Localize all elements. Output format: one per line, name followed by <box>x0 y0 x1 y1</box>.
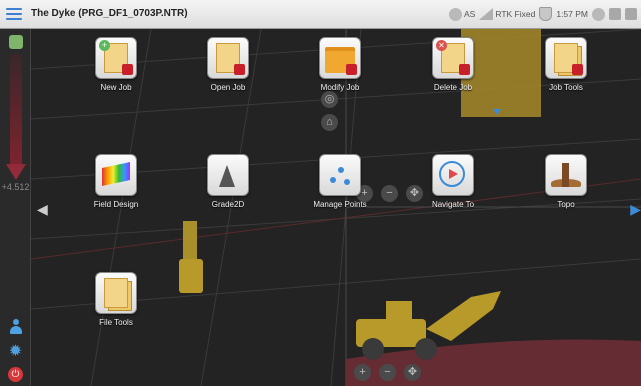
tile-label: Modify Job <box>320 83 360 92</box>
view-mode-icon[interactable]: ⌂ <box>321 114 338 131</box>
topo-button[interactable]: Topo <box>526 154 606 209</box>
list-icon[interactable] <box>625 8 637 20</box>
points-icon <box>319 154 361 196</box>
cut-fill-bar <box>10 54 22 164</box>
pan-right-icon[interactable]: ▶ <box>630 201 641 218</box>
left-sidebar: +4.512 ✹ ⏻ <box>0 29 31 386</box>
folder-icon <box>319 37 361 79</box>
title-bar: The Dyke (PRG_DF1_0703P.NTR) AS RTK Fixe… <box>0 0 641 29</box>
pan-left-icon[interactable]: ◀ <box>37 201 48 218</box>
info-icon[interactable] <box>592 7 605 21</box>
zoom-out-icon[interactable]: − <box>381 185 398 202</box>
zoom-out-lower-icon[interactable]: − <box>379 364 396 381</box>
rtk-label: RTK Fixed <box>495 9 536 19</box>
file-tools-icon <box>95 272 137 314</box>
signal-strength-icon <box>479 8 494 20</box>
new-job-icon: + <box>95 37 137 79</box>
rtk-indicator[interactable]: RTK Fixed <box>479 8 535 20</box>
satellite-icon <box>449 7 462 21</box>
delete-job-button[interactable]: ✕ Delete Job <box>413 37 493 92</box>
gear-icon[interactable]: ✹ <box>8 344 23 360</box>
field-design-button[interactable]: Field Design <box>76 154 156 209</box>
job-tools-icon <box>545 37 587 79</box>
shield-icon[interactable] <box>539 7 553 21</box>
navigate-target-icon <box>432 154 474 196</box>
cut-arrow-icon <box>6 164 26 180</box>
view-rotate-icon[interactable]: ◎ <box>321 91 338 108</box>
center-view-lower-icon[interactable]: ✥ <box>404 364 421 381</box>
grade2d-button[interactable]: Grade2D <box>188 154 268 209</box>
as-indicator[interactable]: AS <box>449 7 476 21</box>
topo-icon <box>545 154 587 196</box>
windows-icon[interactable] <box>609 8 621 20</box>
tile-label: Navigate To <box>431 200 475 209</box>
tripod-icon <box>207 154 249 196</box>
delete-job-icon: ✕ <box>432 37 474 79</box>
tile-label: New Job <box>100 83 132 92</box>
tile-label: Topo <box>557 200 575 209</box>
new-job-button[interactable]: + New Job <box>76 37 156 92</box>
tile-label: Delete Job <box>433 83 473 92</box>
hamburger-menu-icon[interactable] <box>6 8 22 21</box>
tile-label: Field Design <box>93 200 139 209</box>
open-job-button[interactable]: Open Job <box>188 37 268 92</box>
as-label: AS <box>464 9 476 19</box>
zoom-in-lower-icon[interactable]: + <box>354 364 371 381</box>
clock-time: 1:57 PM <box>556 9 588 19</box>
field-design-icon <box>95 154 137 196</box>
puzzle-icon[interactable] <box>9 35 23 49</box>
job-title: The Dyke (PRG_DF1_0703P.NTR) <box>31 8 188 19</box>
tile-label: Job Tools <box>549 83 583 92</box>
power-icon[interactable]: ⏻ <box>8 367 23 382</box>
tile-label: Open Job <box>210 83 246 92</box>
tile-label: File Tools <box>99 318 133 327</box>
operator-icon[interactable] <box>9 319 23 335</box>
tile-label: Grade2D <box>211 200 245 209</box>
job-tools-button[interactable]: Job Tools <box>526 37 606 92</box>
file-tools-button[interactable]: File Tools <box>76 272 156 327</box>
tile-label: Manage Points <box>313 200 367 209</box>
open-job-icon <box>207 37 249 79</box>
manage-points-button[interactable]: Manage Points <box>300 154 380 209</box>
modify-job-button[interactable]: Modify Job <box>300 37 380 92</box>
status-indicators: AS RTK Fixed 1:57 PM <box>449 4 637 24</box>
cut-value: +4.512 <box>1 182 30 192</box>
navigate-to-button[interactable]: Navigate To <box>413 154 493 209</box>
